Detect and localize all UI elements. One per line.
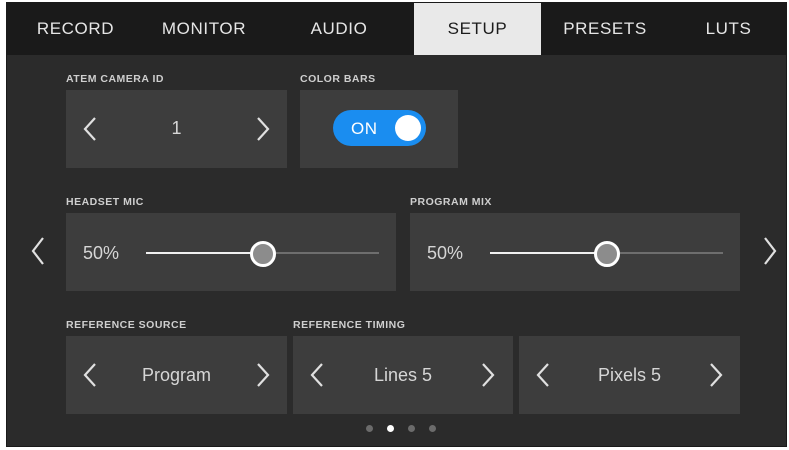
chevron-right-icon <box>257 363 270 387</box>
toggle-knob <box>395 115 421 141</box>
reference-source-label: REFERENCE SOURCE <box>66 319 187 331</box>
chevron-right-icon <box>764 237 777 265</box>
reference-timing-lines-next-button[interactable] <box>476 359 498 391</box>
next-page-button[interactable] <box>760 234 780 268</box>
reference-timing-pixels-next-button[interactable] <box>704 359 726 391</box>
page-dot-2[interactable] <box>387 425 394 432</box>
previous-page-button[interactable] <box>28 234 48 268</box>
page-dot-4[interactable] <box>429 425 436 432</box>
program-mix-slider-track[interactable] <box>607 252 723 254</box>
headset-mic-slider-fill <box>146 252 263 254</box>
tab-record[interactable]: RECORD <box>7 3 144 55</box>
chevron-right-icon <box>482 363 495 387</box>
atem-camera-id-control: 1 <box>66 90 287 168</box>
reference-timing-lines-control: Lines 5 <box>293 336 513 414</box>
setup-screen: RECORD MONITOR AUDIO SETUP PRESETS LUTS … <box>6 2 787 447</box>
headset-mic-slider-track[interactable] <box>263 252 379 254</box>
tab-setup[interactable]: SETUP <box>414 3 541 55</box>
page-dot-1[interactable] <box>366 425 373 432</box>
tab-monitor[interactable]: MONITOR <box>144 3 264 55</box>
color-bars-control: ON <box>300 90 458 168</box>
toggle-state-text: ON <box>351 119 378 138</box>
reference-timing-pixels-control: Pixels 5 <box>519 336 740 414</box>
page-indicator <box>366 425 436 432</box>
headset-mic-slider-knob[interactable] <box>250 241 276 267</box>
reference-source-control: Program <box>66 336 287 414</box>
program-mix-slider-fill <box>490 252 607 254</box>
atem-camera-id-next-button[interactable] <box>251 113 273 145</box>
program-mix-slider-knob[interactable] <box>594 241 620 267</box>
atem-camera-id-label: ATEM CAMERA ID <box>66 73 164 85</box>
program-mix-value: 50% <box>427 243 464 263</box>
color-bars-toggle[interactable]: ON <box>333 110 426 146</box>
tab-audio[interactable]: AUDIO <box>264 3 414 55</box>
chevron-left-icon <box>31 237 44 265</box>
tab-presets[interactable]: PRESETS <box>541 3 669 55</box>
program-mix-control: 50% <box>410 213 740 291</box>
page-dot-3[interactable] <box>408 425 415 432</box>
color-bars-label: COLOR BARS <box>300 73 376 85</box>
reference-timing-label: REFERENCE TIMING <box>293 319 406 331</box>
chevron-right-icon <box>257 117 270 141</box>
chevron-right-icon <box>710 363 723 387</box>
tab-bar: RECORD MONITOR AUDIO SETUP PRESETS LUTS <box>7 3 786 55</box>
reference-source-next-button[interactable] <box>251 359 273 391</box>
headset-mic-value: 50% <box>83 243 120 263</box>
headset-mic-label: HEADSET MIC <box>66 196 144 208</box>
headset-mic-control: 50% <box>66 213 396 291</box>
program-mix-label: PROGRAM MIX <box>410 196 492 208</box>
tab-luts[interactable]: LUTS <box>669 3 786 55</box>
